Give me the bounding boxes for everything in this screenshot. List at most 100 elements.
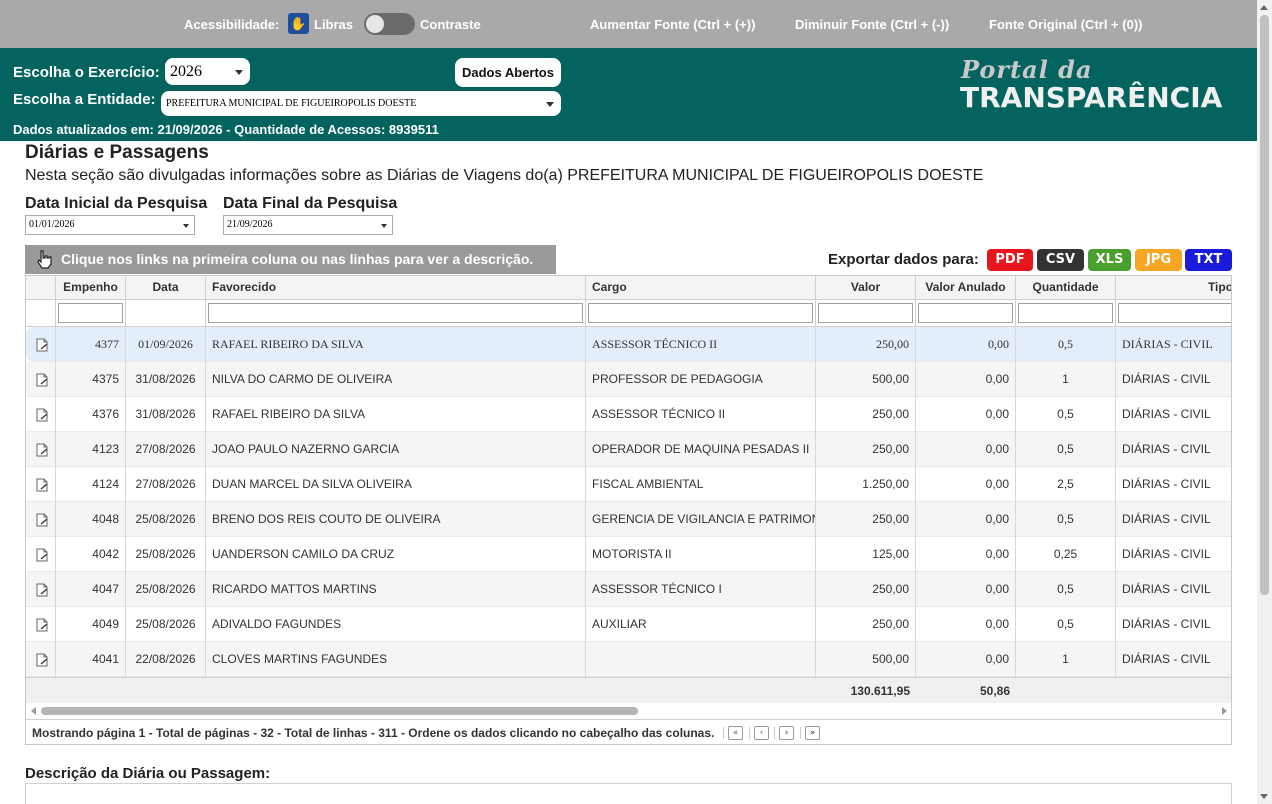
cell-cargo: PROFESSOR DE PEDAGOGIA bbox=[586, 362, 816, 397]
filter-tipo-input[interactable] bbox=[1118, 303, 1231, 323]
chevron-down-icon bbox=[235, 69, 243, 75]
contrast-toggle[interactable] bbox=[364, 13, 415, 35]
first-page-icon[interactable]: « bbox=[728, 726, 743, 740]
scroll-right-icon[interactable] bbox=[1222, 707, 1227, 715]
cell-favorecido: CLOVES MARTINS FAGUNDES bbox=[206, 642, 586, 677]
table-row[interactable]: 4047 25/08/2026 RICARDO MATTOS MARTINS ASSE… bbox=[26, 572, 1231, 607]
document-icon[interactable] bbox=[35, 653, 49, 667]
table-row[interactable]: 4048 25/08/2026 BRENO DOS REIS COUTO DE OL… bbox=[26, 502, 1231, 537]
libras-icon[interactable]: ✋ bbox=[288, 13, 309, 34]
document-icon[interactable] bbox=[35, 408, 49, 422]
filter-data-cell bbox=[126, 300, 206, 327]
increase-font-link[interactable]: Aumentar Fonte (Ctrl + (+)) bbox=[590, 17, 755, 32]
filter-cargo-input[interactable] bbox=[588, 303, 813, 323]
row-detail-cell[interactable] bbox=[26, 397, 56, 432]
header-empenho[interactable]: Empenho bbox=[56, 276, 126, 300]
row-detail-cell[interactable] bbox=[26, 432, 56, 467]
table-row[interactable]: 4375 31/08/2026 NILVA DO CARMO DE OLIVEIRA… bbox=[26, 362, 1231, 397]
cell-favorecido: NILVA DO CARMO DE OLIVEIRA bbox=[206, 362, 586, 397]
scroll-left-icon[interactable] bbox=[31, 707, 36, 715]
start-date-input[interactable]: 01/01/2026 bbox=[25, 215, 195, 235]
filter-quantidade-input[interactable] bbox=[1018, 303, 1113, 323]
table-row[interactable]: 4041 22/08/2026 CLOVES MARTINS FAGUNDES 500… bbox=[26, 642, 1231, 677]
header-cargo[interactable]: Cargo bbox=[586, 276, 816, 300]
cell-quantidade: 0,5 bbox=[1016, 607, 1116, 642]
export-txt-button[interactable]: TXT bbox=[1185, 249, 1232, 271]
cell-valor: 1.250,00 bbox=[816, 467, 916, 502]
filter-favorecido-input[interactable] bbox=[208, 303, 583, 323]
export-xls-button[interactable]: XLS bbox=[1088, 249, 1131, 271]
cell-quantidade: 0,5 bbox=[1016, 572, 1116, 607]
document-icon[interactable] bbox=[35, 583, 49, 597]
exercise-select[interactable]: 2026 bbox=[165, 58, 250, 85]
entity-select[interactable]: PREFEITURA MUNICIPAL DE FIGUEIROPOLIS DO… bbox=[161, 91, 561, 116]
original-font-link[interactable]: Fonte Original (Ctrl + (0)) bbox=[989, 17, 1142, 32]
pager: Mostrando página 1 - Total de páginas - … bbox=[26, 719, 1231, 744]
row-detail-cell[interactable] bbox=[26, 572, 56, 607]
cell-empenho: 4049 bbox=[56, 607, 126, 642]
last-page-icon[interactable]: » bbox=[805, 726, 820, 740]
document-icon[interactable] bbox=[35, 338, 49, 352]
next-page-icon[interactable]: › bbox=[779, 726, 794, 740]
toggle-knob bbox=[366, 15, 384, 33]
document-icon[interactable] bbox=[35, 478, 49, 492]
table-row[interactable]: 4124 27/08/2026 DUAN MARCEL DA SILVA OLIVE… bbox=[26, 467, 1231, 502]
cell-cargo: FISCAL AMBIENTAL bbox=[586, 467, 816, 502]
filter-empenho-input[interactable] bbox=[58, 303, 123, 323]
table-row[interactable]: 4049 25/08/2026 ADIVALDO FAGUNDES AUXILIAR 2… bbox=[26, 607, 1231, 642]
cell-quantidade: 0,5 bbox=[1016, 327, 1116, 362]
previous-page-icon[interactable]: ‹ bbox=[754, 726, 769, 740]
export-csv-button[interactable]: CSV bbox=[1037, 249, 1084, 271]
row-detail-cell[interactable] bbox=[26, 502, 56, 537]
row-detail-cell[interactable] bbox=[26, 467, 56, 502]
document-icon[interactable] bbox=[35, 618, 49, 632]
table-row[interactable]: 4376 31/08/2026 RAFAEL RIBEIRO DA SILVA ASS… bbox=[26, 397, 1231, 432]
document-icon[interactable] bbox=[35, 443, 49, 457]
row-detail-cell[interactable] bbox=[26, 327, 56, 362]
document-icon[interactable] bbox=[35, 373, 49, 387]
libras-link[interactable]: Libras bbox=[314, 17, 353, 32]
vertical-scroll-thumb[interactable] bbox=[1260, 15, 1269, 595]
row-detail-cell[interactable] bbox=[26, 642, 56, 677]
pager-text: Mostrando página 1 - Total de páginas - … bbox=[32, 726, 715, 740]
scroll-down-icon[interactable] bbox=[1260, 794, 1268, 799]
description-box bbox=[25, 783, 1232, 804]
open-data-button[interactable]: Dados Abertos bbox=[455, 58, 561, 87]
cell-valor: 250,00 bbox=[816, 397, 916, 432]
entity-label: Escolha a Entidade: bbox=[13, 91, 156, 108]
end-date-input[interactable]: 21/09/2026 bbox=[223, 215, 393, 235]
document-icon[interactable] bbox=[35, 548, 49, 562]
decrease-font-link[interactable]: Diminuir Fonte (Ctrl + (-)) bbox=[795, 17, 949, 32]
page-root: Acessibilidade: ✋ Libras Contraste Aumen… bbox=[0, 0, 1272, 804]
cell-quantidade: 1 bbox=[1016, 362, 1116, 397]
vertical-scrollbar[interactable] bbox=[1257, 0, 1272, 804]
start-date-label: Data Inicial da Pesquisa bbox=[25, 195, 208, 212]
updated-info: Dados atualizados em: 21/09/2026 - Quant… bbox=[13, 122, 439, 137]
row-detail-cell[interactable] bbox=[26, 607, 56, 642]
filter-empenho-cell bbox=[56, 300, 126, 327]
row-detail-cell[interactable] bbox=[26, 362, 56, 397]
cell-data: 25/08/2026 bbox=[126, 572, 206, 607]
export-pdf-button[interactable]: PDF bbox=[987, 249, 1033, 271]
filter-anulado-cell bbox=[916, 300, 1016, 327]
accessibility-label: Acessibilidade: bbox=[184, 17, 280, 32]
header-valor[interactable]: Valor bbox=[816, 276, 916, 300]
horizontal-scrollbar[interactable] bbox=[26, 703, 1231, 718]
table-row[interactable]: 4042 25/08/2026 UANDERSON CAMILO DA CRUZ MO… bbox=[26, 537, 1231, 572]
scroll-up-icon[interactable] bbox=[1260, 5, 1268, 10]
row-detail-cell[interactable] bbox=[26, 537, 56, 572]
cell-anulado: 0,00 bbox=[916, 362, 1016, 397]
header-quantidade[interactable]: Quantidade bbox=[1016, 276, 1116, 300]
table-row[interactable]: 4377 01/09/2026 RAFAEL RIBEIRO DA SILVA ASS… bbox=[26, 327, 1231, 362]
filter-valor-input[interactable] bbox=[818, 303, 913, 323]
cell-favorecido: UANDERSON CAMILO DA CRUZ bbox=[206, 537, 586, 572]
export-jpg-button[interactable]: JPG bbox=[1135, 249, 1182, 271]
header-data[interactable]: Data bbox=[126, 276, 206, 300]
header-tipo[interactable]: Tipo bbox=[1116, 276, 1231, 300]
filter-anulado-input[interactable] bbox=[918, 303, 1013, 323]
table-row[interactable]: 4123 27/08/2026 JOAO PAULO NAZERNO GARCIA O… bbox=[26, 432, 1231, 467]
header-favorecido[interactable]: Favorecido bbox=[206, 276, 586, 300]
horizontal-scroll-thumb[interactable] bbox=[41, 707, 638, 715]
header-valor-anulado[interactable]: Valor Anulado bbox=[916, 276, 1016, 300]
document-icon[interactable] bbox=[35, 513, 49, 527]
